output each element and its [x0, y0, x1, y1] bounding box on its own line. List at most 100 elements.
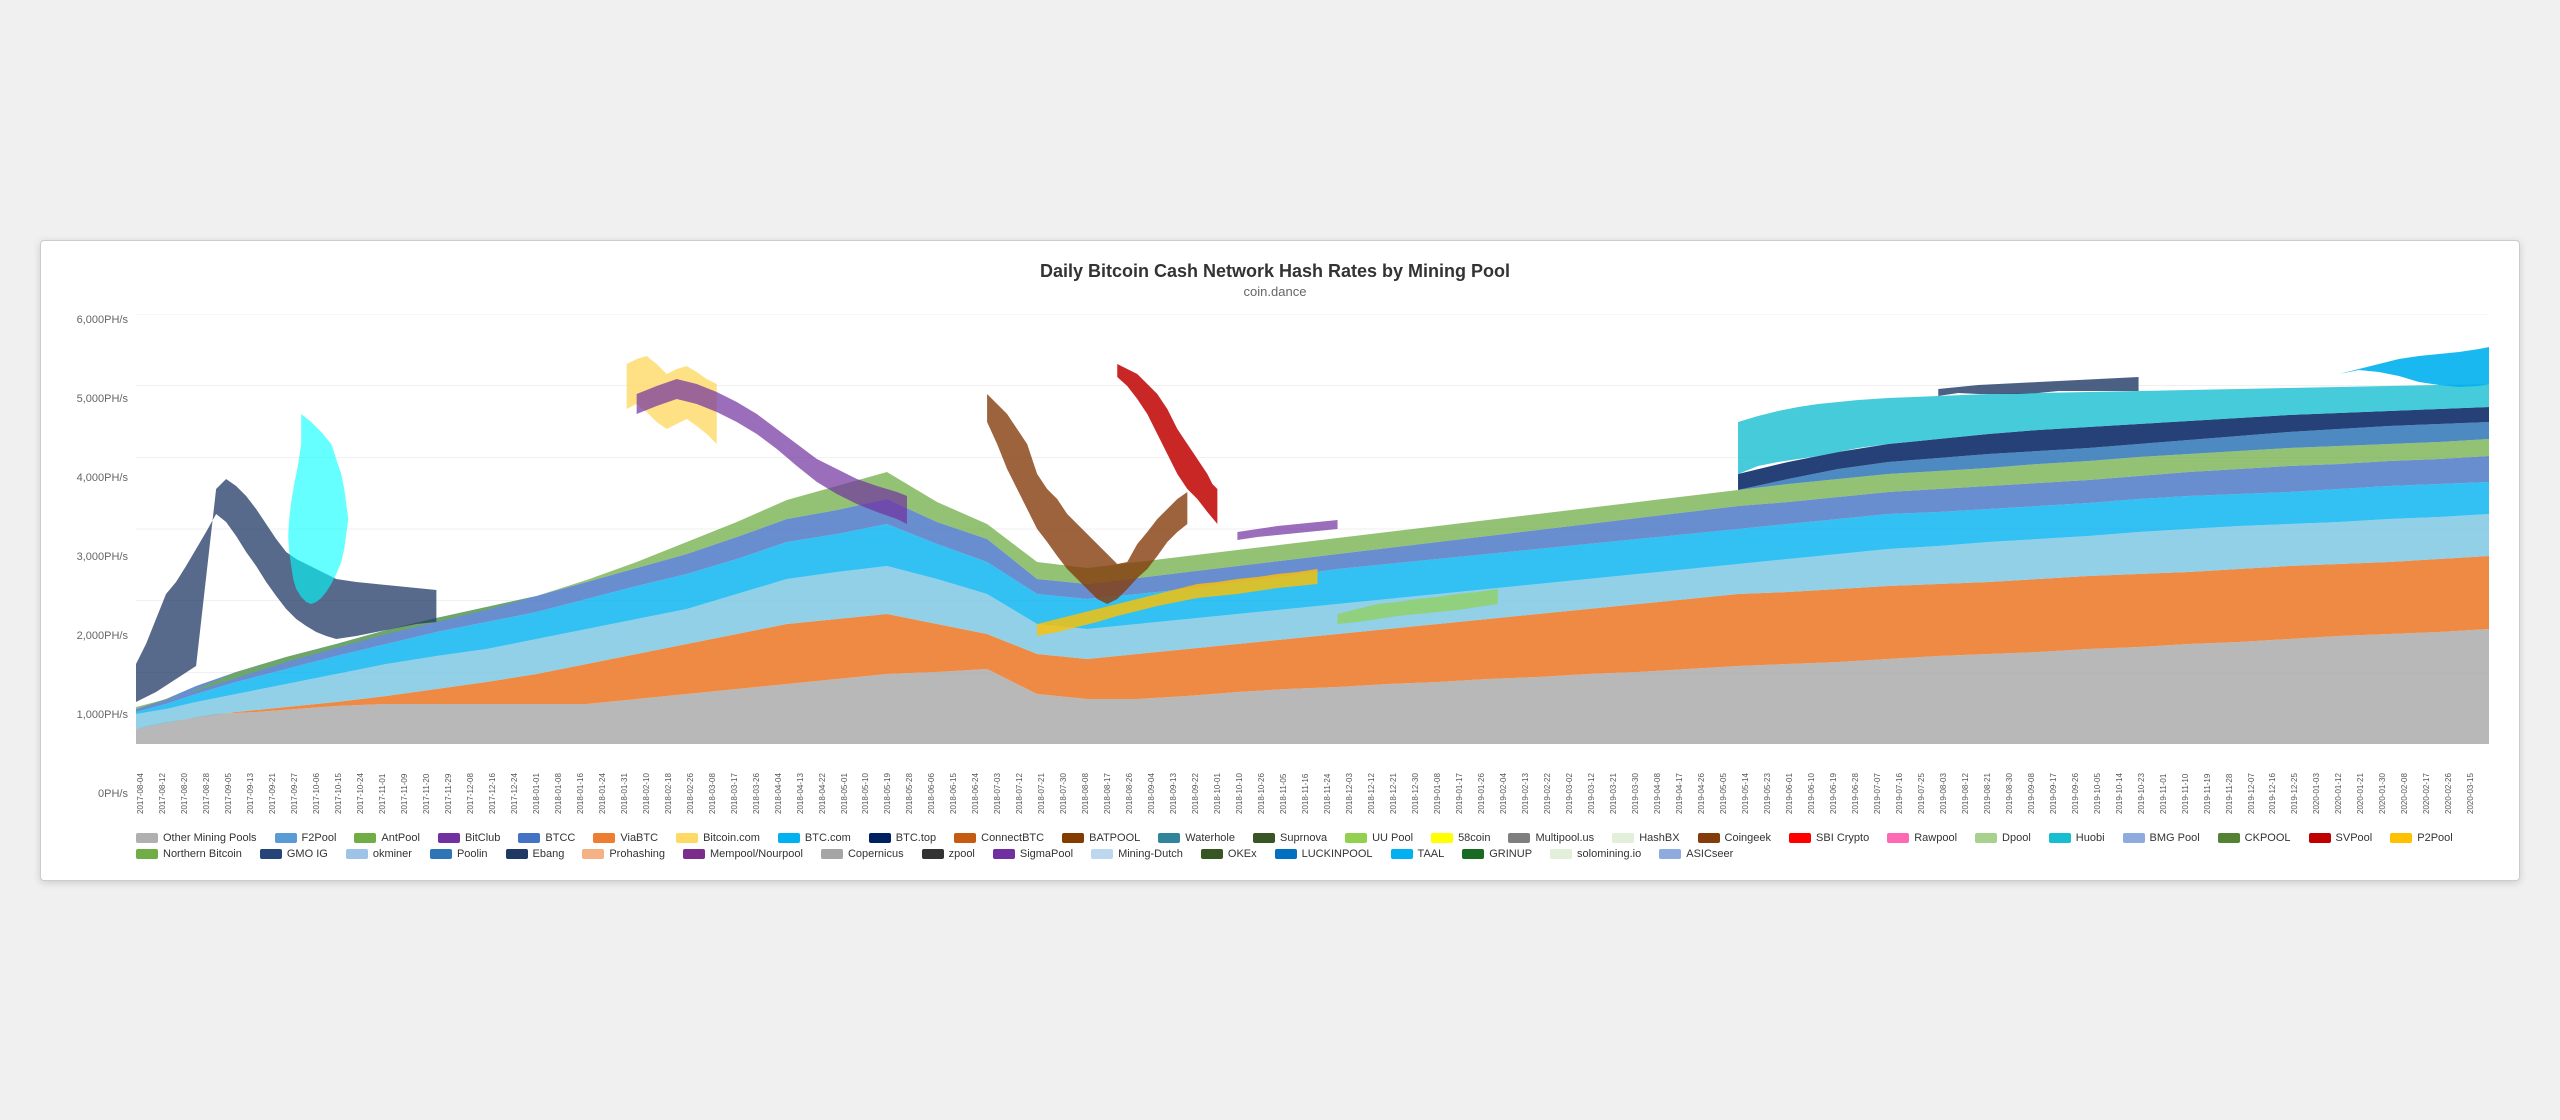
y-axis-label: 6,000PH/s: [77, 314, 128, 326]
legend-item: BMG Pool: [2123, 832, 2200, 844]
x-axis-label: 2018-06-15: [949, 748, 971, 814]
legend-color-swatch: [1789, 833, 1811, 843]
legend-item: 58coin: [1431, 832, 1490, 844]
x-axis-label: 2017-11-01: [378, 748, 400, 814]
legend-color-swatch: [676, 833, 698, 843]
x-axis-label: 2019-07-16: [1895, 748, 1917, 814]
x-axis-label: 2019-08-03: [1939, 748, 1961, 814]
legend-label: Waterhole: [1185, 832, 1235, 844]
legend-item: AntPool: [354, 832, 420, 844]
legend-item: BTCC: [518, 832, 575, 844]
legend-item: OKEx: [1201, 848, 1257, 860]
legend-item: Ebang: [506, 848, 565, 860]
legend-label: Bitcoin.com: [703, 832, 760, 844]
legend-color-swatch: [1887, 833, 1909, 843]
legend-color-swatch: [354, 833, 376, 843]
legend-label: BTCC: [545, 832, 575, 844]
x-axis-label: 2017-08-04: [136, 748, 158, 814]
x-axis-label: 2018-11-16: [1301, 748, 1323, 814]
x-axis-label: 2020-01-30: [2378, 748, 2400, 814]
chart-right: 2017-08-042017-08-122017-08-202017-08-28…: [136, 314, 2489, 860]
x-axis-label: 2018-03-08: [708, 748, 730, 814]
x-axis-label: 2019-06-01: [1785, 748, 1807, 814]
x-axis-label: 2019-06-19: [1829, 748, 1851, 814]
legend-item: F2Pool: [275, 832, 337, 844]
x-axis-label: 2018-02-10: [642, 748, 664, 814]
x-axis-label: 2017-08-12: [158, 748, 180, 814]
x-axis-label: 2017-08-20: [180, 748, 202, 814]
x-axis-label: 2018-08-26: [1125, 748, 1147, 814]
legend-color-swatch: [2218, 833, 2240, 843]
x-axis-label: 2018-05-10: [861, 748, 883, 814]
legend-label: Huobi: [2076, 832, 2105, 844]
x-axis-label: 2019-11-01: [2159, 748, 2181, 814]
x-axis-label: 2018-12-30: [1411, 748, 1433, 814]
legend-item: P2Pool: [2390, 832, 2452, 844]
legend-item: SigmaPool: [993, 848, 1073, 860]
x-axis-label: 2020-03-15: [2466, 748, 2488, 814]
x-axis-label: 2019-09-08: [2027, 748, 2049, 814]
x-axis-label: 2018-09-13: [1169, 748, 1191, 814]
legend-color-swatch: [821, 849, 843, 859]
x-axis-label: 2019-06-10: [1807, 748, 1829, 814]
x-axis-label: 2018-09-04: [1147, 748, 1169, 814]
x-axis-label: 2018-10-26: [1257, 748, 1279, 814]
legend-label: Dpool: [2002, 832, 2031, 844]
legend-item: UU Pool: [1345, 832, 1413, 844]
x-axis-label: 2020-01-12: [2334, 748, 2356, 814]
legend-item: Northern Bitcoin: [136, 848, 242, 860]
x-axis-label: 2017-11-29: [444, 748, 466, 814]
legend-label: BitClub: [465, 832, 500, 844]
x-axis-label: 2019-10-05: [2093, 748, 2115, 814]
legend-color-swatch: [954, 833, 976, 843]
legend-item: Rawpool: [1887, 832, 1957, 844]
legend-color-swatch: [1062, 833, 1084, 843]
legend-color-swatch: [1550, 849, 1572, 859]
legend-item: GRINUP: [1462, 848, 1532, 860]
x-axis-label: 2019-12-16: [2268, 748, 2290, 814]
x-axis-label: 2018-07-12: [1015, 748, 1037, 814]
legend-label: P2Pool: [2417, 832, 2452, 844]
legend-color-swatch: [1345, 833, 1367, 843]
x-axis-label: 2018-06-06: [927, 748, 949, 814]
x-axis-label: 2018-04-04: [774, 748, 796, 814]
x-axis-label: 2018-01-08: [554, 748, 576, 814]
x-axis-label: 2017-08-28: [202, 748, 224, 814]
x-axis-label: 2018-12-21: [1389, 748, 1411, 814]
chart-subtitle: coin.dance: [61, 284, 2489, 299]
x-axis-label: 2019-01-17: [1455, 748, 1477, 814]
legend-label: OKEx: [1228, 848, 1257, 860]
legend-label: ASICseer: [1686, 848, 1733, 860]
legend-item: SBI Crypto: [1789, 832, 1869, 844]
x-axis-label: 2018-06-24: [971, 748, 993, 814]
x-axis-label: 2019-01-26: [1477, 748, 1499, 814]
x-axis-label: 2017-10-15: [334, 748, 356, 814]
legend-label: Multipool.us: [1535, 832, 1594, 844]
legend-label: Rawpool: [1914, 832, 1957, 844]
legend-color-swatch: [518, 833, 540, 843]
legend-label: Northern Bitcoin: [163, 848, 242, 860]
legend-label: Suprnova: [1280, 832, 1327, 844]
x-axis-label: 2018-04-22: [818, 748, 840, 814]
legend-color-swatch: [2309, 833, 2331, 843]
legend-label: ViaBTC: [620, 832, 658, 844]
x-axis-label: 2019-08-12: [1961, 748, 1983, 814]
legend-color-swatch: [869, 833, 891, 843]
x-axis-label: 2018-07-03: [993, 748, 1015, 814]
legend-label: Mining-Dutch: [1118, 848, 1183, 860]
legend-color-swatch: [1612, 833, 1634, 843]
legend-color-swatch: [1462, 849, 1484, 859]
x-axis-label: 2017-09-05: [224, 748, 246, 814]
x-axis-label: 2019-02-04: [1499, 748, 1521, 814]
legend-label: Copernicus: [848, 848, 904, 860]
x-axis-label: 2019-12-07: [2247, 748, 2269, 814]
x-axis-label: 2018-07-21: [1037, 748, 1059, 814]
legend-color-swatch: [1431, 833, 1453, 843]
legend-item: TAAL: [1391, 848, 1445, 860]
x-axis-label: 2018-01-01: [532, 748, 554, 814]
x-axis-label: 2018-01-24: [598, 748, 620, 814]
y-axis-label: 3,000PH/s: [77, 551, 128, 563]
legend-item: ConnectBTC: [954, 832, 1044, 844]
legend-item: Other Mining Pools: [136, 832, 257, 844]
legend-label: Mempool/Nourpool: [710, 848, 803, 860]
